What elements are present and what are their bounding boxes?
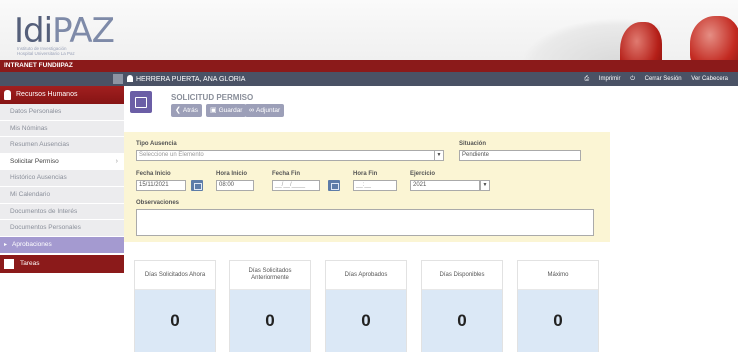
card-dias-disponibles: Días Disponibles 0 [421, 260, 503, 352]
save-button[interactable]: ▣ Guardar [206, 104, 247, 117]
user-icon [127, 75, 133, 82]
card-dias-aprobados: Días Aprobados 0 [325, 260, 407, 352]
person-icon [4, 90, 11, 100]
attach-button[interactable]: ∞ Adjuntar [245, 104, 285, 117]
card-title: Máximo [518, 261, 598, 290]
sidebar-item-historico-ausencias[interactable]: Histórico Ausencias [0, 170, 124, 187]
card-title: Días Solicitados Anteriormente [230, 261, 310, 290]
card-maximo: Máximo 0 [517, 260, 599, 352]
situacion-label: Situación [459, 141, 487, 147]
tipo-ausencia-label: Tipo Ausencia [136, 141, 177, 147]
fecha-fin-input[interactable]: __/__/____ [272, 180, 320, 191]
site-header: IdiPAZ Instituto de Investigación Hospit… [0, 0, 738, 60]
card-title: Días Disponibles [422, 261, 502, 290]
fecha-inicio-label: Fecha Inicio [136, 171, 171, 177]
back-button[interactable]: ❮ Atrás [171, 104, 203, 117]
chevron-right-icon: › [115, 157, 118, 165]
sidebar-section-tareas[interactable]: Tareas [0, 254, 124, 273]
calendar-icon[interactable] [328, 180, 340, 191]
fecha-fin-label: Fecha Fin [272, 171, 301, 177]
chevron-down-icon[interactable]: ▼ [480, 180, 490, 191]
card-title: Días Solicitados Ahora [135, 261, 215, 290]
card-value: 0 [326, 290, 406, 352]
save-icon: ▣ [210, 107, 217, 114]
ejercicio-label: Ejercicio [410, 171, 436, 177]
sidebar: Recursos Humanos Datos Personales Mis Nó… [0, 86, 124, 352]
sidebar-section-recursos-humanos[interactable]: Recursos Humanos [0, 86, 124, 104]
permission-form: Tipo Ausencia Seleccione un Elemento ▼ S… [124, 132, 610, 242]
hora-inicio-input[interactable]: 08:00 [216, 180, 254, 191]
card-dias-solicitados-anteriormente: Días Solicitados Anteriormente 0 [229, 260, 311, 352]
card-value: 0 [230, 290, 310, 352]
ejercicio-select[interactable]: 2021 [410, 180, 480, 191]
card-value: 0 [135, 290, 215, 352]
calendar-page-icon [130, 91, 152, 113]
calendar-icon[interactable] [191, 180, 203, 191]
sidebar-item-mi-calendario[interactable]: Mi Calendario [0, 186, 124, 204]
intranet-title: INTRANET FUNDIIPAZ [4, 62, 73, 69]
paperclip-icon: ∞ [249, 107, 254, 114]
hora-fin-input[interactable]: __:__ [353, 180, 397, 191]
sidebar-item-datos-personales[interactable]: Datos Personales [0, 104, 124, 121]
arrow-left-icon: ❮ [175, 107, 181, 114]
sidebar-item-mis-nominas[interactable]: Mis Nóminas [0, 120, 124, 138]
observaciones-label: Observaciones [136, 200, 180, 206]
print-link[interactable]: ⎙ Imprimir [584, 76, 620, 82]
idipaz-logo[interactable]: IdiPAZ [14, 14, 115, 48]
sidebar-item-resumen-ausencias[interactable]: Resumen Ausencias [0, 137, 124, 154]
situacion-field: Pendiente [459, 150, 581, 161]
card-value: 0 [422, 290, 502, 352]
hora-inicio-label: Hora Inicio [216, 171, 248, 177]
logo-subtitle: Instituto de Investigación Hospital Univ… [17, 46, 75, 56]
sidebar-item-solicitar-permiso[interactable]: Solicitar Permiso › [0, 153, 124, 171]
sidebar-item-documentos-personales[interactable]: Documentos Personales [0, 220, 124, 237]
observaciones-textarea[interactable] [136, 209, 594, 236]
user-name: HERRERA PUERTA, ANA GLORIA [127, 75, 245, 84]
fecha-inicio-input[interactable]: 15/11/2021 [136, 180, 186, 191]
tipo-ausencia-select[interactable]: Seleccione un Elemento [136, 150, 436, 161]
card-value: 0 [518, 290, 598, 352]
hora-fin-label: Hora Fin [353, 171, 378, 177]
boxing-glove-image [620, 22, 662, 60]
show-header-link[interactable]: Ver Cabecera [691, 76, 728, 82]
sidebar-item-aprobaciones[interactable]: ▸ Aprobaciones [0, 236, 124, 253]
menu-grid-icon[interactable] [113, 74, 123, 84]
intranet-bar: INTRANET FUNDIIPAZ [0, 60, 738, 72]
caret-right-icon: ▸ [4, 241, 8, 248]
chevron-down-icon[interactable]: ▼ [434, 150, 444, 161]
page-title: SOLICITUD PERMISO [171, 93, 254, 102]
boxing-glove-image [690, 16, 738, 60]
user-actions: ⎙ Imprimir ⏻ Cerrar Sesión Ver Cabecera [576, 75, 728, 83]
sidebar-item-documentos-interes[interactable]: Documentos de Interés [0, 203, 124, 221]
tasks-icon [4, 258, 14, 269]
card-dias-solicitados-ahora: Días Solicitados Ahora 0 [134, 260, 216, 352]
card-title: Días Aprobados [326, 261, 406, 290]
user-bar: HERRERA PUERTA, ANA GLORIA ⎙ Imprimir ⏻ … [0, 72, 738, 86]
logout-link[interactable]: ⏻ Cerrar Sesión [630, 76, 681, 82]
